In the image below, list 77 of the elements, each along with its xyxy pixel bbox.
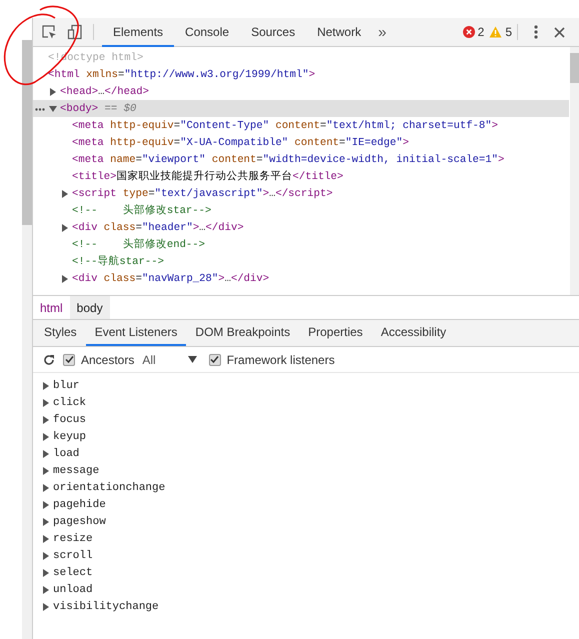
event-name[interactable]: visibilitychange (53, 600, 159, 612)
expand-arrow-icon[interactable] (43, 484, 49, 492)
checkbox[interactable] (63, 354, 75, 366)
event-name[interactable]: orientationchange (53, 482, 166, 494)
event-name[interactable]: scroll (53, 550, 93, 562)
event-name[interactable]: message (53, 464, 100, 476)
expand-arrow-icon[interactable] (43, 398, 49, 406)
event-name[interactable]: keyup (53, 430, 86, 442)
panel-tab[interactable]: Sources (240, 18, 306, 46)
warning-count: 5 (505, 25, 512, 39)
checkbox-label: Ancestors (81, 352, 134, 366)
event-name[interactable]: unload (53, 584, 93, 596)
error-icon (462, 26, 475, 38)
code-line: <div class="navWarp_28">…</div> (72, 272, 270, 286)
sidebar-tab[interactable]: DOM Breakpoints (186, 320, 300, 346)
warning-icon (489, 26, 502, 38)
event-name[interactable]: resize (53, 532, 93, 544)
sidebar-tab[interactable]: Event Listeners (86, 320, 186, 346)
expand-arrow-icon[interactable] (62, 224, 68, 232)
scrollbar[interactable] (22, 40, 32, 639)
expand-arrow-icon[interactable] (43, 518, 49, 526)
expand-arrow-icon[interactable] (50, 88, 56, 96)
selected-row[interactable]: <body> == $0 (33, 100, 569, 117)
expand-arrow-icon[interactable] (43, 602, 49, 610)
code-line: <meta http-equiv="Content-Type" content="text/html; charset=utf-8"> (72, 118, 498, 132)
expand-arrow-icon[interactable] (62, 190, 68, 198)
code-line: <!-- 头部修改star--> (72, 204, 212, 218)
panel-tab[interactable]: Network (306, 18, 372, 46)
more-tabs-button[interactable]: » (372, 24, 392, 40)
event-name[interactable]: blur (53, 380, 80, 392)
caret-icon (188, 356, 197, 363)
breadcrumb[interactable]: body (70, 296, 110, 319)
expand-arrow-icon[interactable] (43, 432, 49, 440)
sidebar-tab[interactable]: Styles (35, 320, 86, 346)
event-name[interactable]: focus (53, 414, 86, 426)
checkbox-label: Framework listeners (226, 352, 335, 366)
breadcrumb[interactable]: html (33, 296, 70, 319)
code-line: <script type="text/javascript">…</script> (72, 186, 333, 200)
scrollbar[interactable] (570, 47, 579, 295)
expand-arrow-icon[interactable] (62, 274, 68, 282)
code-line: <title>国家职业技能提升行动公共服务平台</title> (72, 170, 344, 184)
sidebar-tab[interactable]: Properties (299, 320, 372, 346)
event-name[interactable]: pagehide (53, 498, 106, 510)
event-name[interactable]: pageshow (53, 516, 106, 528)
inspect-icon[interactable] (41, 24, 57, 40)
kebab-menu-icon[interactable] (534, 25, 538, 39)
expand-arrow-icon[interactable] (43, 568, 49, 576)
code-line: <div class="header">…</div> (72, 220, 244, 234)
checkbox[interactable] (208, 354, 221, 366)
code-line: <!--导航star--> (72, 254, 164, 268)
sidebar-tab[interactable]: Accessibility (372, 320, 456, 346)
panel-tab[interactable]: Elements (102, 18, 174, 46)
code-line: <meta http-equiv="X-UA-Compatible" content="IE=edge"> (72, 136, 409, 150)
expand-arrow-icon[interactable] (43, 534, 49, 542)
code-line: <html xmlns="http://www.w3.org/1999/html"> (48, 68, 316, 82)
more-icon[interactable] (35, 108, 45, 111)
expand-arrow-icon[interactable] (49, 106, 57, 112)
event-name[interactable]: click (53, 396, 86, 408)
expand-arrow-icon[interactable] (43, 586, 49, 594)
device-icon[interactable] (67, 24, 83, 40)
expand-arrow-icon[interactable] (43, 450, 49, 458)
code-line: <meta name="viewport" content="width=device-width, initial-scale=1"> (72, 152, 504, 166)
scope-select[interactable]: All (142, 352, 197, 366)
event-name[interactable]: load (53, 448, 80, 460)
error-count: 2 (478, 25, 484, 39)
expand-arrow-icon[interactable] (43, 382, 49, 390)
expand-arrow-icon[interactable] (43, 500, 49, 508)
event-name[interactable]: select (53, 566, 93, 578)
code-line: <body> == $0 (60, 102, 136, 116)
expand-arrow-icon[interactable] (43, 466, 49, 474)
code-line: <head>…</head> (60, 84, 150, 98)
close-icon[interactable] (554, 26, 565, 38)
code-line: <!-- 头部修改end--> (72, 238, 206, 252)
panel-tab[interactable]: Console (174, 18, 240, 46)
refresh-icon[interactable] (43, 354, 55, 366)
expand-arrow-icon[interactable] (43, 416, 49, 424)
expand-arrow-icon[interactable] (43, 552, 49, 560)
